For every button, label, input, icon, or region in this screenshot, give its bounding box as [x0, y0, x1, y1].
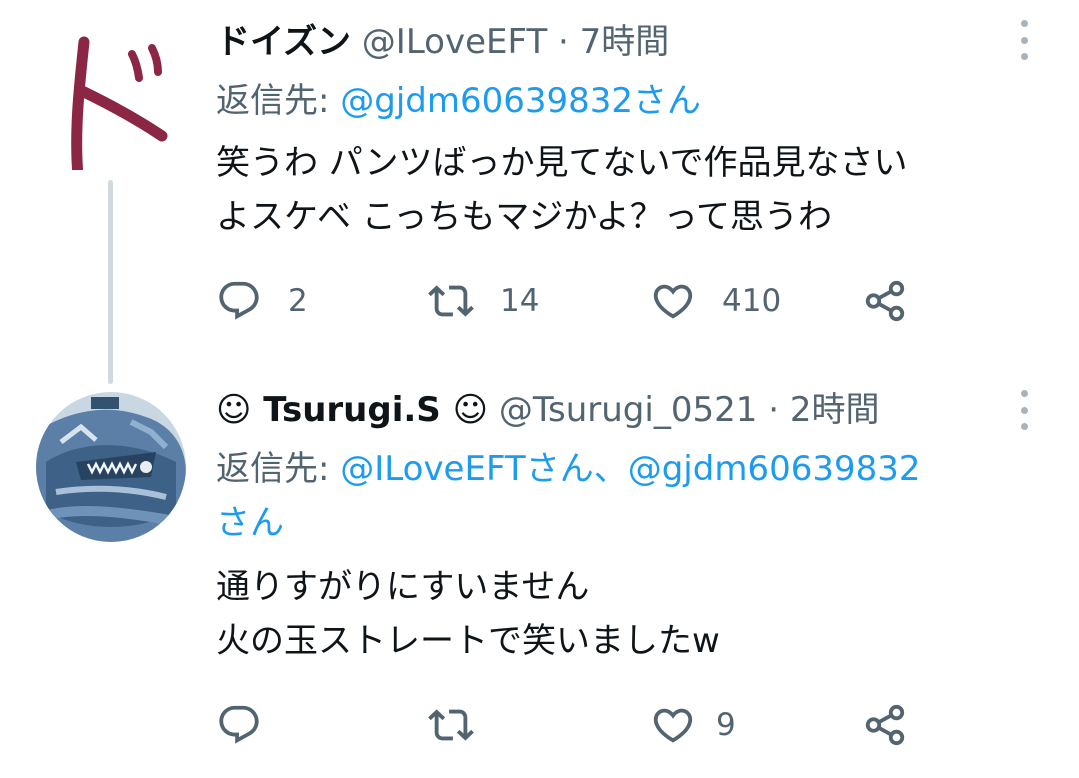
reply-icon — [219, 281, 259, 320]
avatar-brush-calligraphy — [71, 36, 168, 170]
retweet-button[interactable] — [428, 700, 500, 750]
heart-icon — [653, 284, 693, 319]
mention-link[interactable]: @gjdm60639832 — [628, 449, 921, 489]
avatar[interactable] — [36, 392, 186, 542]
like-count: 410 — [722, 283, 782, 319]
reply-icon — [219, 705, 259, 744]
reply-button[interactable] — [216, 700, 288, 750]
action-bar: 9 — [216, 700, 1016, 750]
user-handle[interactable]: @ILoveEFT — [362, 22, 547, 62]
more-vertical-icon[interactable] — [1014, 390, 1034, 430]
mention-link[interactable]: @gjdm60639832さん — [340, 81, 701, 121]
share-icon — [865, 280, 905, 322]
retweet-icon — [428, 285, 474, 317]
timestamp[interactable]: 7時間 — [580, 22, 670, 62]
reply-to-label: 返信先: — [216, 81, 341, 121]
like-button[interactable]: 410 — [650, 276, 781, 326]
timestamp[interactable]: 2時間 — [790, 390, 880, 430]
thread-line — [108, 180, 113, 384]
share-button[interactable] — [862, 700, 908, 750]
share-icon — [865, 704, 905, 746]
tweet-text: 笑うわ パンツばっか見てないで作品見なさい よスケベ こっちもマジかよ？って思う… — [216, 136, 1046, 244]
retweet-button[interactable]: 14 — [428, 276, 539, 326]
reply-to: 返信先: @ILoveEFTさん、@gjdm60639832 さん — [216, 442, 1046, 550]
reply-button[interactable]: 2 — [216, 276, 308, 326]
tweet-text-line: よスケベ こっちもマジかよ？って思うわ — [216, 197, 833, 237]
action-bar: 2 14 410 — [216, 276, 1016, 326]
display-name[interactable]: ドイズン — [216, 22, 351, 62]
tweet-text: 通りすがりにすいません 火の玉ストレートで笑いましたw — [216, 560, 1046, 668]
retweet-count: 14 — [500, 283, 540, 319]
tweet-text-line: 笑うわ パンツばっか見てないで作品見なさい — [216, 143, 908, 183]
separator: · — [558, 22, 569, 62]
separator: · — [768, 390, 779, 430]
user-handle[interactable]: @Tsurugi_0521 — [499, 390, 758, 430]
more-vertical-icon[interactable] — [1014, 20, 1034, 60]
display-name[interactable]: ☺ Tsurugi.S ☺ — [216, 390, 488, 430]
reply-to-label: 返信先: — [216, 449, 341, 489]
tweet-text-line: 火の玉ストレートで笑いましたw — [216, 621, 720, 661]
heart-icon — [653, 708, 693, 743]
tweet-1[interactable]: ドイズン @ILoveEFT · 7時間 返信先: @gjdm60639832さ… — [0, 0, 1079, 384]
share-button[interactable] — [862, 276, 908, 326]
retweet-icon — [428, 709, 474, 741]
avatar[interactable] — [40, 20, 180, 170]
tweet-header: ドイズン @ILoveEFT · 7時間 — [216, 20, 669, 64]
reply-to: 返信先: @gjdm60639832さん — [216, 74, 1046, 128]
reply-count: 2 — [288, 283, 308, 319]
mention-suffix[interactable]: さん — [216, 503, 284, 543]
like-count: 9 — [716, 707, 736, 743]
mention-separator: 、 — [593, 449, 628, 489]
avatar-illustration-shark-robot — [36, 392, 186, 542]
mention-link[interactable]: @ILoveEFTさん — [340, 449, 593, 489]
tweet-text-line: 通りすがりにすいません — [216, 567, 590, 607]
like-button[interactable]: 9 — [650, 700, 736, 750]
tweet-header: ☺ Tsurugi.S ☺ @Tsurugi_0521 · 2時間 — [216, 388, 879, 432]
